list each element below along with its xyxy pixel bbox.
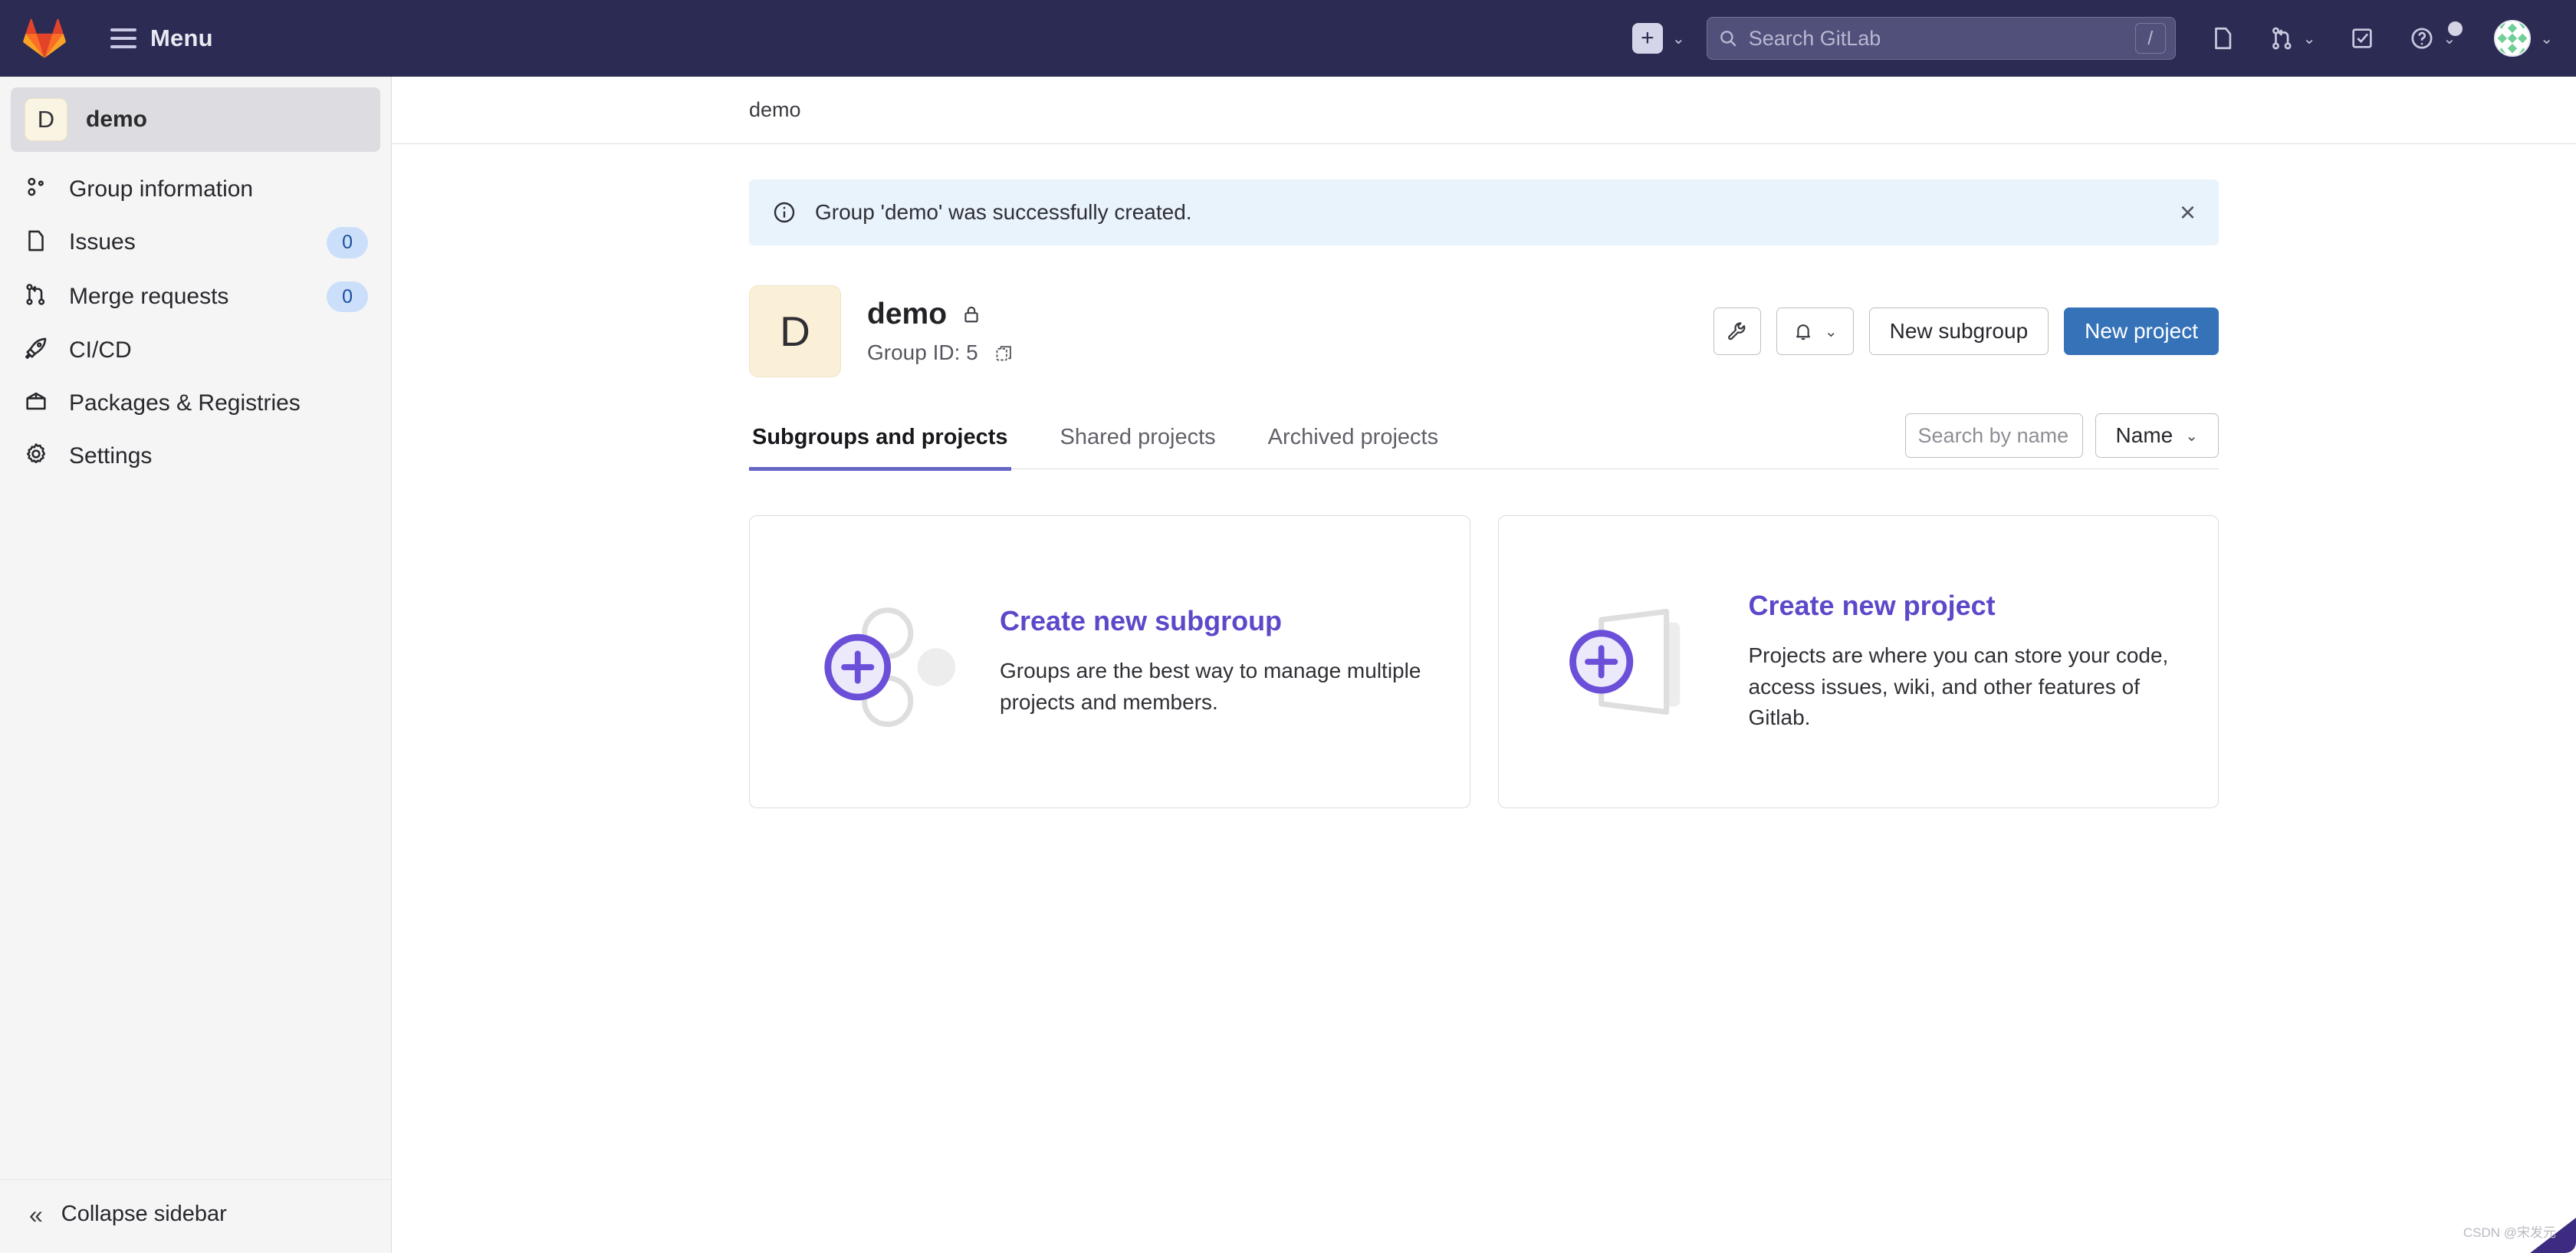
search-by-name-input[interactable] xyxy=(1904,413,2083,458)
sidebar-item-settings[interactable]: Settings xyxy=(0,429,391,482)
top-navigation-bar: Menu + ⌄ Search GitLab / ⌄ ⌄ ⌄ xyxy=(0,0,2576,77)
plus-icon: + xyxy=(1641,25,1654,51)
sidebar-item-issues[interactable]: Issues 0 xyxy=(0,215,391,270)
page-title: demo xyxy=(867,298,948,331)
group-avatar: D xyxy=(749,285,841,377)
search-shortcut-badge: / xyxy=(2134,23,2166,54)
context-sidebar: D demo Group information Issues 0 Merge … xyxy=(0,77,392,1253)
sidebar-menu: Group information Issues 0 Merge request… xyxy=(0,163,391,482)
breadcrumb: demo xyxy=(392,77,2576,144)
sidebar-item-label: Settings xyxy=(69,442,153,469)
subgroup-circles-illustration xyxy=(796,585,987,738)
group-meta: demo Group ID: 5 xyxy=(867,298,1014,365)
sidebar-item-label: Issues xyxy=(69,229,136,255)
create-new-button[interactable]: + xyxy=(1631,23,1663,54)
sidebar-group-avatar: D xyxy=(25,98,67,141)
chevron-down-icon: ⌄ xyxy=(2185,427,2198,445)
create-new-project-card[interactable]: Create new project Projects are where yo… xyxy=(1497,515,2219,808)
issues-icon xyxy=(23,228,49,258)
tab-archived-projects[interactable]: Archived projects xyxy=(1265,413,1441,471)
gear-icon xyxy=(23,441,49,471)
breadcrumb-item-demo[interactable]: demo xyxy=(749,98,801,122)
lock-icon xyxy=(964,306,978,323)
sidebar-item-merge-requests[interactable]: Merge requests 0 xyxy=(0,270,391,324)
help-icon[interactable]: ⌄ xyxy=(2409,21,2463,51)
success-alert: Group 'demo' was successfully created. × xyxy=(749,179,2219,245)
group-header: D demo Group ID: 5 ⌄ New subgroup New pr… xyxy=(749,285,2219,377)
new-subgroup-label: New subgroup xyxy=(1889,319,2029,343)
notifications-button[interactable]: ⌄ xyxy=(1776,307,1854,355)
tab-subgroups-and-projects[interactable]: Subgroups and projects xyxy=(749,413,1011,471)
rocket-icon xyxy=(23,335,49,365)
collapse-sidebar-button[interactable]: « Collapse sidebar xyxy=(0,1179,391,1253)
search-icon xyxy=(1720,31,1737,47)
sort-dropdown[interactable]: Name ⌄ xyxy=(2095,413,2219,458)
tab-label: Archived projects xyxy=(1267,425,1439,449)
sidebar-item-packages-registries[interactable]: Packages & Registries xyxy=(0,377,391,429)
sidebar-group-name: demo xyxy=(86,107,148,132)
tab-bar-controls: Name ⌄ xyxy=(1904,413,2219,469)
global-search-box[interactable]: Search GitLab / xyxy=(1706,17,2176,60)
main-content: demo Group 'demo' was successfully creat… xyxy=(392,77,2576,1253)
sidebar-item-label: CI/CD xyxy=(69,337,132,363)
sort-label: Name xyxy=(2115,423,2174,447)
collapse-sidebar-label: Collapse sidebar xyxy=(61,1202,227,1226)
group-id-label: Group ID: 5 xyxy=(867,340,978,364)
new-subgroup-button[interactable]: New subgroup xyxy=(1868,307,2049,355)
create-new-chevron-down-icon[interactable]: ⌄ xyxy=(1672,29,1685,48)
alert-message: Group 'demo' was successfully created. xyxy=(815,200,1192,224)
bell-icon xyxy=(1796,324,1810,340)
card-title: Create new subgroup xyxy=(1000,605,1283,637)
copy-to-clipboard-icon[interactable] xyxy=(994,343,1014,363)
package-icon xyxy=(23,388,49,418)
sidebar-item-label: Packages & Registries xyxy=(69,390,301,416)
group-action-buttons: ⌄ New subgroup New project xyxy=(1713,307,2219,355)
issues-icon[interactable] xyxy=(2210,25,2236,51)
wrench-icon xyxy=(1727,322,1746,340)
tab-label: Subgroups and projects xyxy=(752,425,1008,449)
tab-shared-projects[interactable]: Shared projects xyxy=(1057,413,1219,471)
main-menu-button[interactable]: Menu xyxy=(110,25,213,52)
issues-count-badge: 0 xyxy=(327,227,368,258)
merge-requests-icon xyxy=(23,281,49,311)
notifications-chevron-down-icon: ⌄ xyxy=(1824,323,1838,340)
new-project-button[interactable]: New project xyxy=(2064,307,2219,355)
merge-requests-icon[interactable]: ⌄ xyxy=(2269,25,2316,51)
card-description: Projects are where you can store your co… xyxy=(1748,643,2169,730)
merge-requests-count-badge: 0 xyxy=(327,281,368,312)
todos-icon[interactable] xyxy=(2349,25,2375,51)
project-folder-illustration xyxy=(1545,585,1737,738)
card-title: Create new project xyxy=(1748,590,1996,622)
sidebar-item-group-information[interactable]: Group information xyxy=(0,163,391,215)
top-nav-actions: + ⌄ Search GitLab / ⌄ ⌄ ⌄ xyxy=(1631,0,2576,77)
close-icon[interactable]: × xyxy=(2180,199,2196,226)
global-search-placeholder: Search GitLab xyxy=(1748,26,1881,50)
user-menu-chevron-down-icon[interactable]: ⌄ xyxy=(2540,29,2553,48)
chevron-double-left-icon: « xyxy=(29,1200,43,1228)
user-avatar[interactable] xyxy=(2494,20,2532,57)
sidebar-item-label: Group information xyxy=(69,176,254,202)
hamburger-icon xyxy=(110,28,136,48)
create-new-subgroup-card[interactable]: Create new subgroup Groups are the best … xyxy=(749,515,1470,808)
help-notification-dot xyxy=(2448,21,2463,36)
tab-label: Shared projects xyxy=(1060,425,1216,449)
sidebar-item-ci-cd[interactable]: CI/CD xyxy=(0,324,391,377)
menu-label: Menu xyxy=(150,25,213,51)
sidebar-group-header[interactable]: D demo xyxy=(11,87,380,152)
group-settings-button[interactable] xyxy=(1713,307,1761,355)
new-project-label: New project xyxy=(2085,319,2198,343)
card-description: Groups are the best way to manage multip… xyxy=(1000,659,1421,714)
watermark: CSDN @宋发元 xyxy=(2463,1225,2556,1240)
empty-state-cards: Create new subgroup Groups are the best … xyxy=(749,515,2219,808)
sidebar-item-label: Merge requests xyxy=(69,283,229,309)
merge-requests-chevron-down-icon[interactable]: ⌄ xyxy=(2303,29,2316,48)
gitlab-logo-icon[interactable] xyxy=(0,17,66,60)
group-information-icon xyxy=(23,174,49,204)
tab-bar: Subgroups and projects Shared projects A… xyxy=(749,413,2219,471)
information-circle-icon xyxy=(774,202,795,223)
